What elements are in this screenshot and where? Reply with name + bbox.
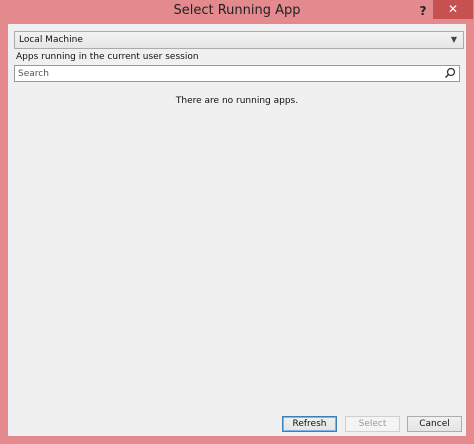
title-bar[interactable]: Select Running App ? ✕ [0, 0, 474, 24]
search-input[interactable] [18, 67, 428, 80]
select-button[interactable]: Select [345, 416, 400, 432]
cancel-button[interactable]: Cancel [407, 416, 462, 432]
help-button[interactable]: ? [414, 2, 432, 20]
window-title: Select Running App [173, 3, 301, 18]
dialog-window: Select Running App ? ✕ Local Machine ▼ A… [0, 0, 474, 444]
dialog-content: Local Machine ▼ Apps running in the curr… [8, 24, 466, 436]
machine-dropdown-value: Local Machine [19, 35, 83, 45]
close-button[interactable]: ✕ [433, 0, 473, 19]
chevron-down-icon: ▼ [450, 35, 457, 44]
search-box[interactable] [14, 65, 460, 82]
refresh-button[interactable]: Refresh [282, 416, 337, 432]
apps-section-label: Apps running in the current user session [16, 52, 199, 62]
search-icon[interactable] [444, 67, 456, 79]
machine-dropdown[interactable]: Local Machine ▼ [14, 31, 464, 49]
empty-state-message: There are no running apps. [175, 96, 299, 106]
